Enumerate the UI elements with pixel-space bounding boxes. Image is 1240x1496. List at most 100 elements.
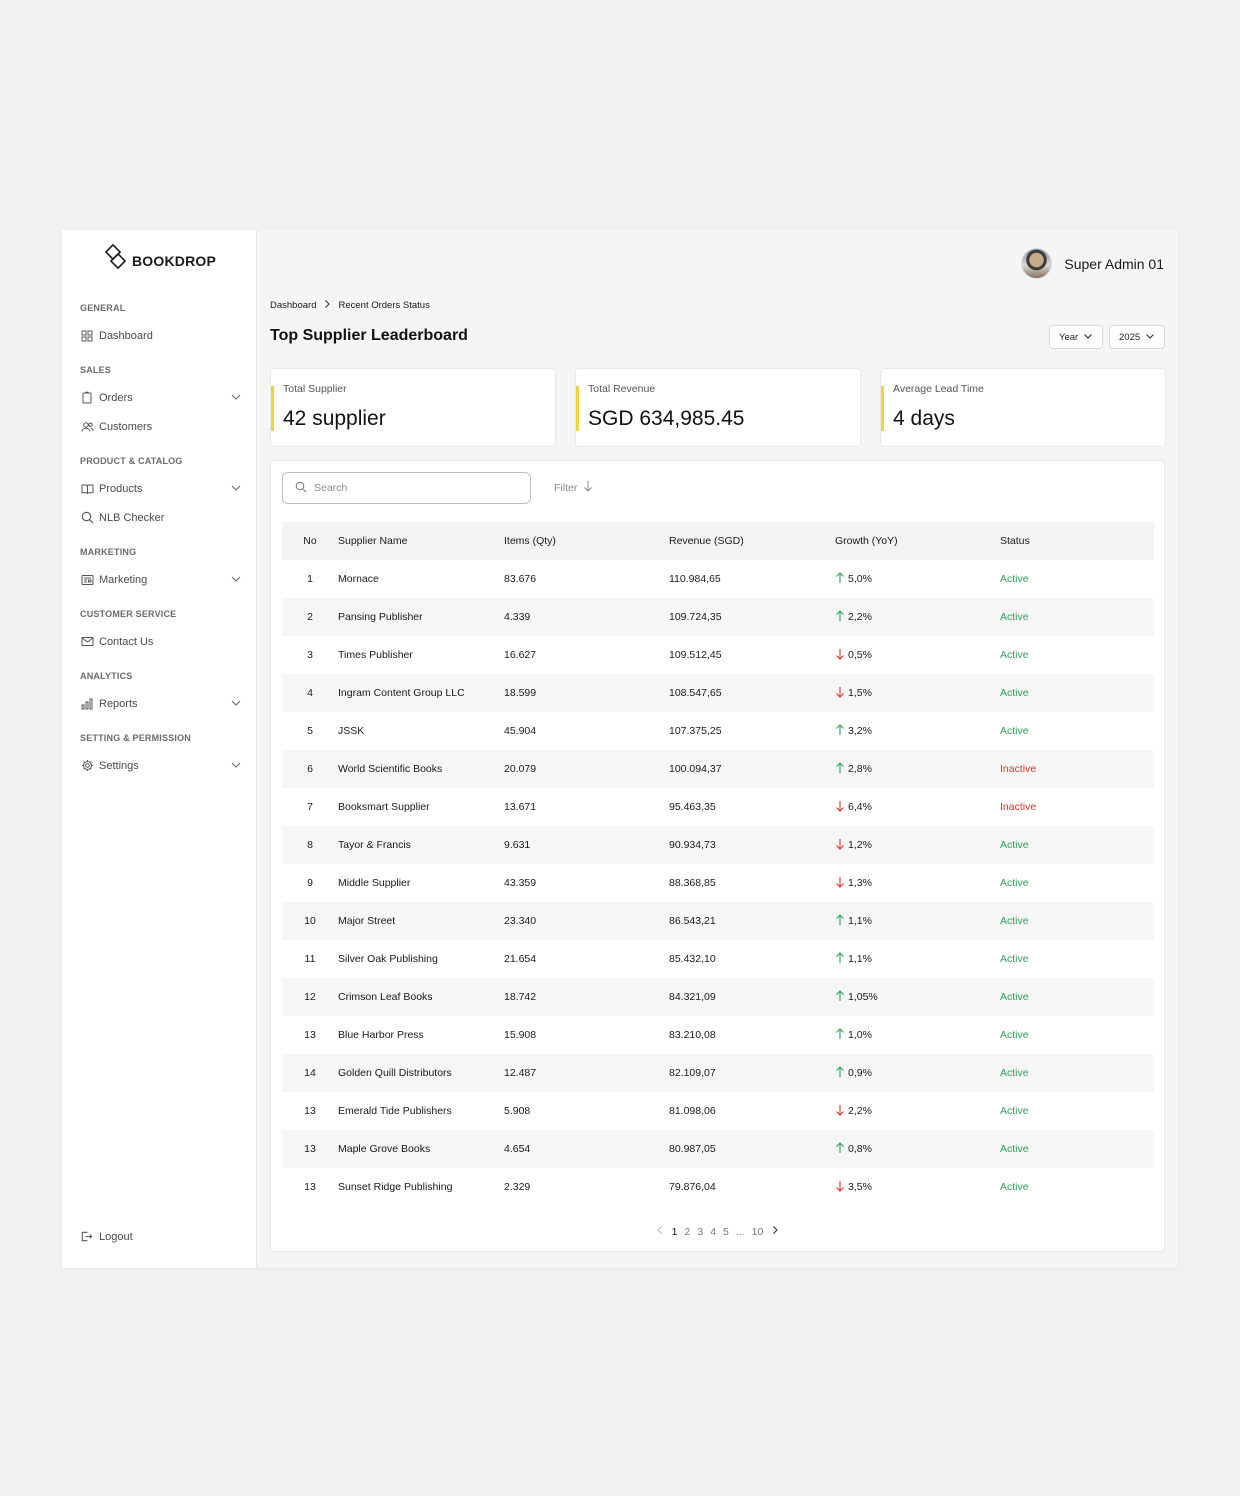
table-row[interactable]: 4 Ingram Content Group LLC 18.599 108.547,6… (282, 674, 1154, 712)
page-link[interactable]: 5 (723, 1226, 729, 1238)
stat-value: 42 supplier (283, 407, 386, 430)
table-row[interactable]: 13 Maple Grove Books 4.654 80.987,05 0,8% Act… (282, 1130, 1154, 1168)
cell-supplier-name: Golden Quill Distributors (338, 1067, 452, 1079)
sidebar-item-orders[interactable]: Orders (80, 383, 242, 412)
breadcrumb: Dashboard Recent Orders Status (270, 299, 430, 312)
chevron-down-icon[interactable] (230, 482, 242, 494)
cell-revenue: 109.724,35 (669, 611, 722, 623)
filter-button[interactable]: Filter (554, 480, 593, 495)
page-link[interactable]: 1 (672, 1226, 678, 1238)
cell-no: 7 (307, 801, 313, 813)
table-row[interactable]: 8 Tayor & Francis 9.631 90.934,73 1,2% Active (282, 826, 1154, 864)
sidebar-item-reports[interactable]: Reports (80, 689, 242, 718)
column-header-items[interactable]: Items (Qty) (504, 522, 669, 560)
table-row[interactable]: 9 Middle Supplier 43.359 88.368,85 1,3% Activ… (282, 864, 1154, 902)
page-link[interactable]: 3 (697, 1226, 703, 1238)
logout-button[interactable]: Logout (80, 1230, 133, 1244)
status-badge: Active (1000, 915, 1029, 927)
cell-supplier-name: Ingram Content Group LLC (338, 687, 465, 699)
cell-supplier-name: Maple Grove Books (338, 1143, 431, 1155)
cell-growth: 3,2% (835, 712, 1000, 750)
page-link[interactable]: 4 (710, 1226, 716, 1238)
column-header-no[interactable]: No (282, 522, 338, 560)
table-body: 1 Mornace 83.676 110.984,65 5,0% Active 2 Pansi… (282, 560, 1154, 1206)
sidebar-item-contact-us[interactable]: Contact Us (80, 627, 242, 656)
sidebar-item-label: Dashboard (99, 329, 153, 342)
clipboard-icon (80, 391, 94, 405)
table-row[interactable]: 6 World Scientific Books 20.079 100.094,37 2… (282, 750, 1154, 788)
status-badge: Active (1000, 953, 1029, 965)
sidebar-item-dashboard[interactable]: Dashboard (80, 321, 242, 350)
column-header-growth[interactable]: Growth (YoY) (835, 522, 1000, 560)
chevron-down-icon[interactable] (230, 697, 242, 709)
chevron-right-icon[interactable] (770, 1225, 780, 1238)
cell-supplier-name: Middle Supplier (338, 877, 411, 889)
growth-indicator: 6,4% (835, 800, 872, 815)
chevron-down-icon[interactable] (230, 573, 242, 585)
table-row[interactable]: 7 Booksmart Supplier 13.671 95.463,35 6,4% In… (282, 788, 1154, 826)
search-input[interactable] (314, 482, 514, 494)
chevron-down-icon[interactable] (230, 391, 242, 403)
cell-items: 12.487 (504, 1067, 537, 1079)
status-badge: Inactive (1000, 801, 1037, 813)
user-menu[interactable]: Super Admin 01 (1021, 248, 1164, 279)
table-row[interactable]: 14 Golden Quill Distributors 12.487 82.109,… (282, 1054, 1154, 1092)
table-row[interactable]: 3 Times Publisher 16.627 109.512,45 0,5% Acti… (282, 636, 1154, 674)
sidebar-item-marketing[interactable]: Marketing (80, 565, 242, 594)
growth-value: 0,9% (848, 1067, 872, 1079)
gear-icon (80, 759, 94, 773)
sidebar-item-settings[interactable]: Settings (80, 751, 242, 780)
growth-indicator: 3,2% (835, 723, 872, 739)
sidebar-item-label: Reports (99, 697, 138, 710)
chevron-left-icon[interactable] (655, 1225, 665, 1238)
page-link[interactable]: 2 (685, 1226, 691, 1238)
column-header-status[interactable]: Status (1000, 522, 1154, 560)
bar-chart-icon (80, 697, 94, 711)
cell-revenue: 109.512,45 (669, 649, 722, 661)
sidebar-item-customers[interactable]: Customers (80, 412, 242, 441)
cell-supplier-name: Blue Harbor Press (338, 1029, 424, 1041)
breadcrumb-dashboard[interactable]: Dashboard (270, 300, 316, 311)
column-header-supplier-name[interactable]: Supplier Name (338, 522, 504, 560)
growth-value: 3,5% (848, 1181, 872, 1193)
sidebar-item-label: Settings (99, 759, 139, 772)
cell-items: 83.676 (504, 573, 537, 585)
column-header-revenue[interactable]: Revenue (SGD) (669, 522, 835, 560)
sidebar-item-nlb-checker[interactable]: NLB Checker (80, 503, 242, 532)
growth-indicator: 1,2% (835, 838, 872, 853)
growth-indicator: 0,9% (835, 1065, 872, 1081)
arrow-up-icon (835, 989, 845, 1005)
growth-value: 2,8% (848, 763, 872, 775)
year-select[interactable]: 2025 (1109, 325, 1165, 349)
nav-section-heading: GENERAL (80, 303, 126, 313)
page-link[interactable]: 10 (752, 1226, 764, 1238)
nav-section-setting-and-permission: SETTING & PERMISSION Settings (80, 731, 242, 780)
page-title: Top Supplier Leaderboard (270, 327, 468, 344)
table-row[interactable]: 13 Blue Harbor Press 15.908 83.210,08 1,0% Ac… (282, 1016, 1154, 1054)
table-row[interactable]: 2 Pansing Publisher 4.339 109.724,35 2,2% Act… (282, 598, 1154, 636)
cell-revenue: 84.321,09 (669, 991, 716, 1003)
stat-label: Total Revenue (588, 383, 656, 395)
sidebar-item-products[interactable]: Products (80, 474, 242, 503)
table-row[interactable]: 13 Sunset Ridge Publishing 2.329 79.876,04 3… (282, 1168, 1154, 1206)
table-row[interactable]: 5 JSSK 45.904 107.375,25 3,2% Active (282, 712, 1154, 750)
cell-revenue: 79.876,04 (669, 1181, 716, 1193)
table-row[interactable]: 10 Major Street 23.340 86.543,21 1,1% Active (282, 902, 1154, 940)
supplier-table: No Supplier Name Items (Qty) Revenue (SG… (282, 522, 1154, 1206)
table-row[interactable]: 12 Crimson Leaf Books 18.742 84.321,09 1,05%… (282, 978, 1154, 1016)
chevron-down-icon[interactable] (230, 759, 242, 771)
growth-value: 1,1% (848, 953, 872, 965)
breadcrumb-current[interactable]: Recent Orders Status (338, 300, 429, 311)
table-header-row: No Supplier Name Items (Qty) Revenue (SG… (282, 522, 1154, 560)
growth-indicator: 1,3% (835, 876, 872, 891)
arrow-down-icon (835, 800, 845, 815)
table-row[interactable]: 13 Emerald Tide Publishers 5.908 81.098,06 2… (282, 1092, 1154, 1130)
period-select[interactable]: Year (1049, 325, 1103, 349)
cell-revenue: 82.109,07 (669, 1067, 716, 1079)
table-row[interactable]: 1 Mornace 83.676 110.984,65 5,0% Active (282, 560, 1154, 598)
brand-logo[interactable]: BOOKDROP (104, 243, 216, 277)
growth-value: 3,2% (848, 725, 872, 737)
growth-value: 0,5% (848, 649, 872, 661)
book-icon (80, 482, 94, 496)
table-row[interactable]: 11 Silver Oak Publishing 21.654 85.432,10 1,… (282, 940, 1154, 978)
